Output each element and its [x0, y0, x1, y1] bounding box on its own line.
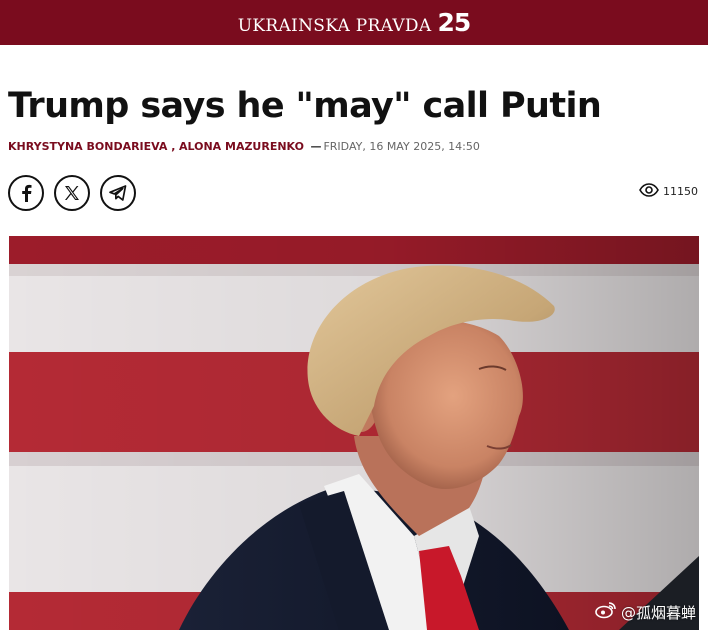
logo-anniversary-number: 25 — [437, 8, 471, 37]
site-logo[interactable]: UKRAINSKA PRAVDA 25 — [237, 8, 471, 37]
logo-name: UKRAINSKA PRAVDA — [237, 16, 432, 36]
author-separator: , — [167, 140, 176, 153]
site-header: UKRAINSKA PRAVDA 25 — [0, 0, 708, 45]
view-count-value: 11150 — [663, 184, 698, 198]
byline: KHRYSTYNA BONDARIEVA , ALONA MAZURENKO —… — [8, 139, 480, 155]
watermark: @孤烟暮蝉 — [595, 601, 696, 623]
share-facebook-button[interactable] — [8, 175, 44, 211]
telegram-icon — [109, 185, 127, 201]
article-photo — [9, 236, 699, 630]
share-x-button[interactable] — [54, 175, 90, 211]
eye-icon — [639, 182, 659, 200]
share-telegram-button[interactable] — [100, 175, 136, 211]
view-count: 11150 — [639, 181, 698, 201]
article-photo-illustration — [9, 236, 699, 630]
article-title: Trump says he "may" call Putin — [8, 86, 602, 126]
share-buttons — [8, 175, 136, 211]
byline-dash: — — [310, 140, 322, 153]
x-icon — [64, 185, 80, 201]
watermark-text: @孤烟暮蝉 — [620, 603, 696, 622]
author-link[interactable]: KHRYSTYNA BONDARIEVA — [8, 140, 167, 153]
weibo-icon — [595, 601, 617, 623]
publish-date: FRIDAY, 16 MAY 2025, 14:50 — [323, 140, 480, 153]
facebook-icon — [19, 184, 33, 202]
author-link[interactable]: ALONA MAZURENKO — [179, 140, 304, 153]
